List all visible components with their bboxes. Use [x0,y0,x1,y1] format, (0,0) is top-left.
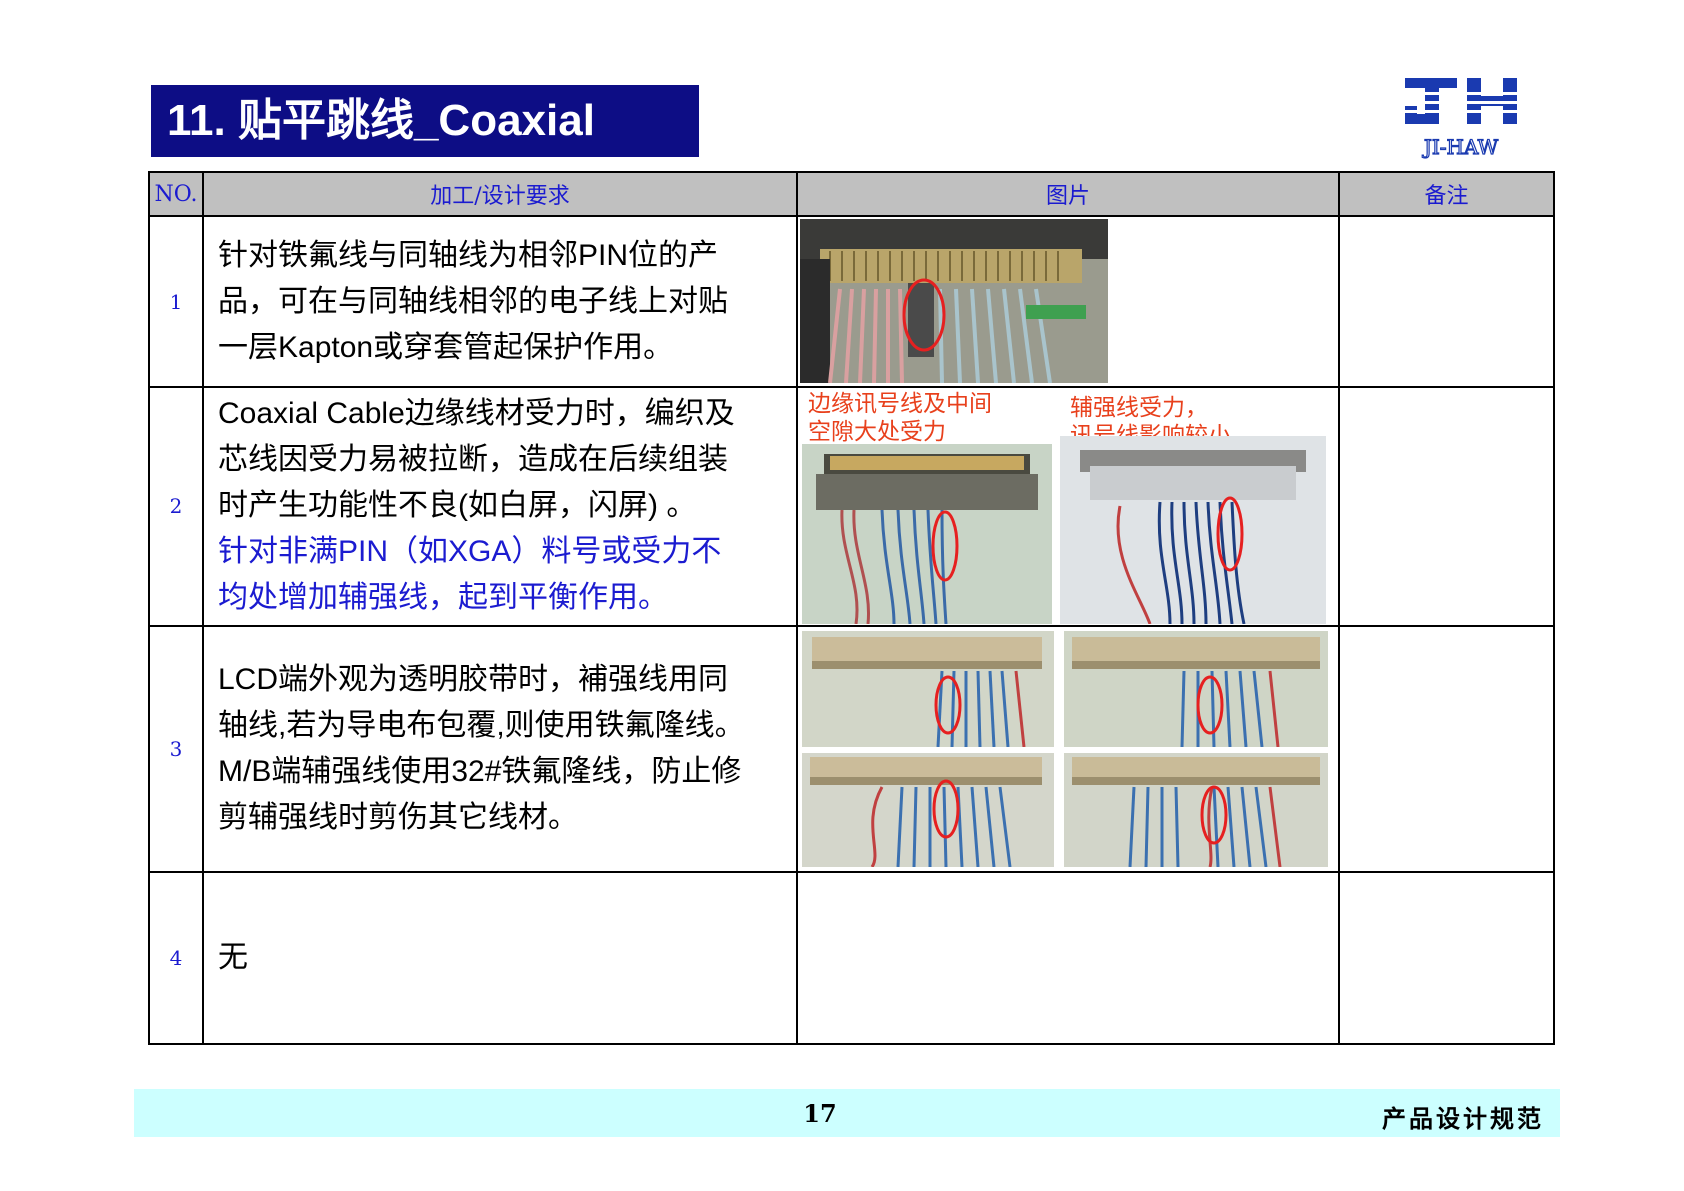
annotation-left: 边缘讯号线及中间 空隙大处受力 [808,391,992,446]
highlighted-requirement-line: 均处增加辅强线，起到平衡作用。 [218,581,668,615]
cable-photo [802,630,1054,747]
requirement-text: 无 [202,870,798,1046]
connector-photo [800,219,1108,384]
cable-photo-right [1060,436,1326,625]
header-no: NO. [148,170,204,218]
table-row: 3 LCD端外观为透明胶带时，補强线用同 轴线,若为导电布包覆,则使用铁氟隆线。… [148,624,1555,873]
header-remarks: 备注 [1338,170,1555,218]
picture-cell [796,215,1340,389]
picture-cell: 边缘讯号线及中间 空隙大处受力 辅强线受力， 讯号线影响较小 [796,386,1340,627]
page-number: 17 [803,1099,837,1128]
requirement-text: 针对铁氟线与同轴线为相邻PIN位的产 品，可在与同轴线相邻的电子线上对贴 一层K… [202,215,798,389]
header-picture: 图片 [796,170,1340,218]
remarks-cell [1338,870,1555,1046]
header-requirement: 加工/设计要求 [202,170,798,218]
cable-photo-left [802,444,1052,625]
requirement-line: 一层Kapton或穿套管起保护作用。 [218,330,674,364]
requirement-line: 芯线因受力易被拉断，造成在后续组装 [218,443,728,477]
requirement-line: M/B端辅强线使用32#铁氟隆线，防止修 [218,754,742,788]
requirement-text: Coaxial Cable边缘线材受力时，编织及 芯线因受力易被拉断，造成在后续… [202,386,798,627]
picture-cell [796,624,1340,873]
row-number: 4 [148,870,204,1046]
remarks-cell [1338,624,1555,873]
remarks-cell [1338,215,1555,389]
table-header-row: NO. 加工/设计要求 图片 备注 [148,170,1555,218]
table-row: 4 无 [148,870,1555,1046]
requirement-line: LCD端外观为透明胶带时，補强线用同 [218,662,729,696]
requirement-line: 剪辅强线时剪伤其它线材。 [218,800,578,834]
spec-table: NO. 加工/设计要求 图片 备注 1 针对铁氟线与同轴线为相邻PIN位的产 品… [148,170,1555,1046]
cable-photo [1064,752,1328,867]
cable-photo [802,752,1054,867]
cable-photo [1064,630,1328,747]
page-title: 11. 贴平跳线_Coaxial [151,85,699,157]
requirement-line: 品，可在与同轴线相邻的电子线上对贴 [218,284,728,318]
requirement-line: 无 [218,940,248,974]
requirement-text: LCD端外观为透明胶带时，補强线用同 轴线,若为导电布包覆,则使用铁氟隆线。 M… [202,624,798,873]
row-number: 1 [148,215,204,389]
table-row: 2 Coaxial Cable边缘线材受力时，编织及 芯线因受力易被拉断，造成在… [148,386,1555,627]
requirement-line: 针对铁氟线与同轴线为相邻PIN位的产 [218,238,719,272]
footer-title: 产品设计规范 [1382,1104,1544,1133]
ji-haw-logo: JI-HAW [1395,78,1525,160]
remarks-cell [1338,386,1555,627]
requirement-line: 轴线,若为导电布包覆,则使用铁氟隆线。 [218,708,745,742]
row-number: 2 [148,386,204,627]
requirement-line: 时产生功能性不良(如白屏，闪屏) 。 [218,489,697,523]
highlighted-requirement-line: 针对非满PIN（如XGA）料号或受力不 [218,535,722,569]
logo-text: JI-HAW [1422,135,1499,159]
row-number: 3 [148,624,204,873]
table-row: 1 针对铁氟线与同轴线为相邻PIN位的产 品，可在与同轴线相邻的电子线上对贴 一… [148,215,1555,389]
requirement-line: Coaxial Cable边缘线材受力时，编织及 [218,397,735,431]
picture-cell [796,870,1340,1046]
